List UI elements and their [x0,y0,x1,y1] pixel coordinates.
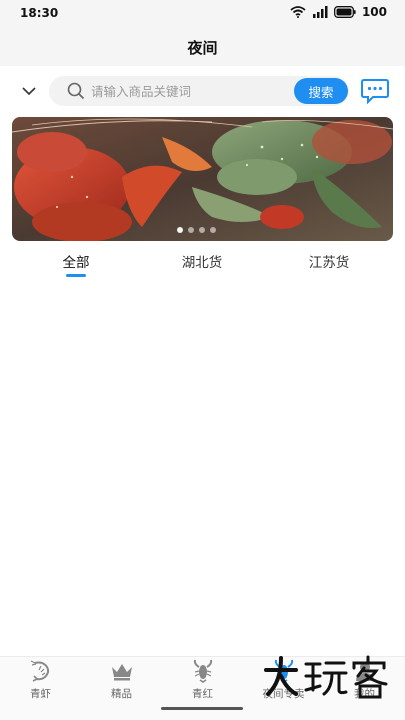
chat-bubble-icon [361,79,389,105]
tab-active-indicator [66,274,86,277]
nav-label: 青红 [192,688,213,700]
status-time: 18:30 [20,6,59,20]
status-bar: 18:30 100 [0,0,405,28]
crayfish-icon [190,659,216,683]
shrimp-icon [28,659,54,683]
carousel-dot [199,227,205,233]
crayfish-banner-image [12,117,393,241]
nav-item-qinghong[interactable]: 青红 [162,659,243,703]
title-bar: 夜间 [0,28,405,66]
watermark-logo [262,654,392,700]
search-input[interactable] [91,76,291,106]
page-title: 夜间 [187,39,218,57]
category-tabs: 全部 湖北货 江苏货 [0,247,405,279]
message-button[interactable] [361,78,389,105]
category-dropdown-button[interactable] [18,80,40,102]
wifi-icon [290,6,306,18]
status-icons: 100 [290,5,387,19]
nav-label: 青虾 [30,688,51,700]
battery-level: 100 [361,5,387,19]
banner-carousel[interactable] [12,117,393,241]
tab-jiangsu[interactable]: 江苏货 [279,251,379,271]
carousel-dot [210,227,216,233]
tab-all[interactable]: 全部 [26,251,126,271]
crown-icon [109,659,135,683]
tab-hubei[interactable]: 湖北货 [152,251,252,271]
signal-icon [312,6,328,18]
chevron-down-icon [22,87,36,95]
carousel-dot [188,227,194,233]
battery-icon [333,6,356,18]
search-row: 搜索 [0,66,405,116]
search-button[interactable]: 搜索 [294,78,348,104]
carousel-dot [177,227,183,233]
nav-item-shrimp[interactable]: 青虾 [0,659,81,703]
home-indicator [161,707,243,710]
search-icon [67,82,85,104]
nav-label: 精品 [111,688,132,700]
nav-item-premium[interactable]: 精品 [81,659,162,703]
